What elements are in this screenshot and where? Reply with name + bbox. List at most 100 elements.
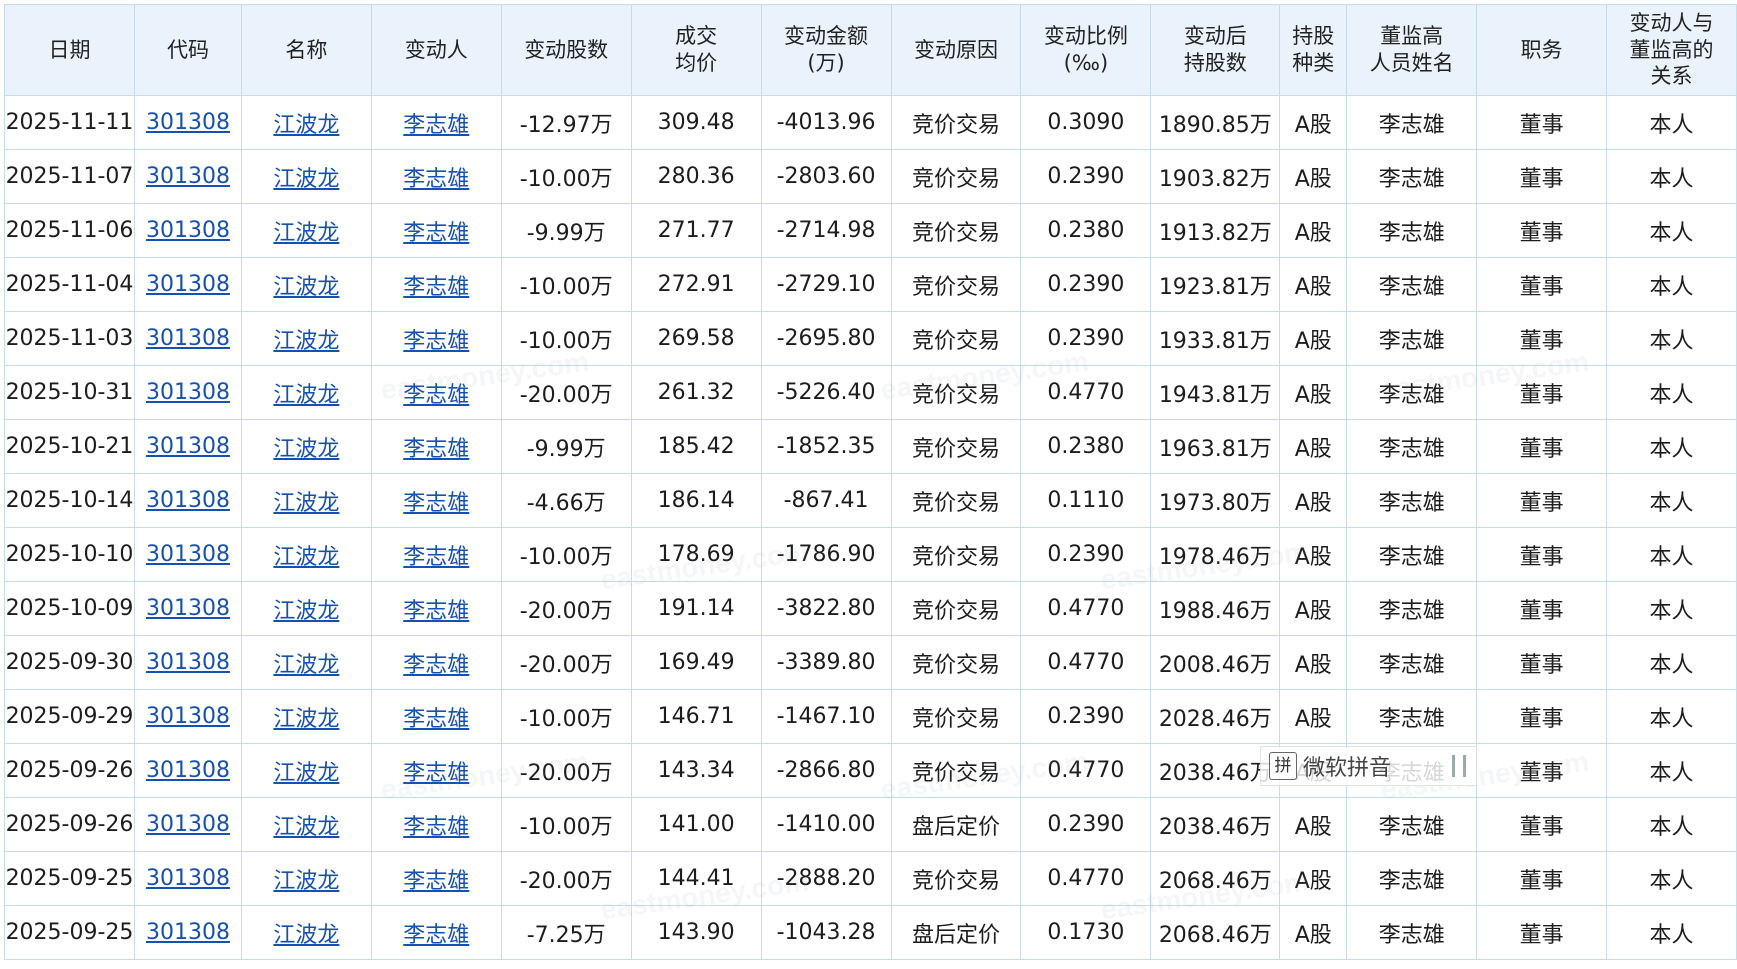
stock-name-link[interactable]: 江波龙 (273, 437, 339, 462)
stock-code-link[interactable]: 301308 (146, 110, 230, 135)
cell-ratio: 0.4770 (1020, 743, 1152, 798)
stock-name-link[interactable]: 江波龙 (273, 923, 339, 948)
cell-price: 271.77 (630, 203, 762, 258)
stock-code-link[interactable]: 301308 (146, 164, 230, 189)
cell-name: 江波龙 (240, 311, 372, 366)
person-link[interactable]: 李志雄 (403, 707, 469, 732)
cell-after: 2068.46万 (1150, 851, 1281, 906)
table-row: 2025-09-29 301308 江波龙 李志雄 -10.00万 146.71 -1467… (4, 689, 1737, 744)
cell-amount: -1786.90 (760, 527, 892, 582)
cell-relation: 本人 (1606, 905, 1737, 960)
stock-name-link[interactable]: 江波龙 (273, 761, 339, 786)
person-link[interactable]: 李志雄 (403, 545, 469, 570)
person-link[interactable]: 李志雄 (403, 869, 469, 894)
table-row: 2025-10-31 301308 江波龙 李志雄 -20.00万 261.32 -5226… (4, 365, 1737, 420)
person-link[interactable]: 李志雄 (403, 221, 469, 246)
ime-toolbar[interactable]: 拼 微软拼音 (1260, 746, 1477, 786)
cell-amount: -2888.20 (760, 851, 892, 906)
table-row: 2025-10-10 301308 江波龙 李志雄 -10.00万 178.69 -1786… (4, 527, 1737, 582)
person-link[interactable]: 李志雄 (403, 491, 469, 516)
stock-code-link[interactable]: 301308 (146, 272, 230, 297)
stock-code-link[interactable]: 301308 (146, 326, 230, 351)
stock-name-link[interactable]: 江波龙 (273, 599, 339, 624)
person-link[interactable]: 李志雄 (403, 437, 469, 462)
stock-name-link[interactable]: 江波龙 (273, 113, 339, 138)
cell-relation: 本人 (1606, 95, 1737, 150)
cell-relation: 本人 (1606, 149, 1737, 204)
stock-code-link[interactable]: 301308 (146, 488, 230, 513)
drag-handle-icon[interactable] (1452, 755, 1466, 777)
cell-position: 董事 (1476, 905, 1607, 960)
person-link[interactable]: 李志雄 (403, 599, 469, 624)
table-row: 2025-10-09 301308 江波龙 李志雄 -20.00万 191.14 -3822… (4, 581, 1737, 636)
cell-ratio: 0.2390 (1020, 149, 1152, 204)
stock-name-link[interactable]: 江波龙 (273, 707, 339, 732)
cell-name: 江波龙 (240, 905, 372, 960)
column-reason-header: 变动原因 (890, 4, 1022, 96)
cell-relation: 本人 (1606, 635, 1737, 690)
stock-code-link[interactable]: 301308 (146, 434, 230, 459)
person-link[interactable]: 李志雄 (403, 383, 469, 408)
cell-relation: 本人 (1606, 365, 1737, 420)
cell-position: 董事 (1476, 581, 1607, 636)
cell-reason: 竞价交易 (890, 635, 1022, 690)
stock-name-link[interactable]: 江波龙 (273, 329, 339, 354)
cell-after: 1943.81万 (1150, 365, 1281, 420)
stock-code-link[interactable]: 301308 (146, 542, 230, 567)
stock-code-link[interactable]: 301308 (146, 380, 230, 405)
stock-code-link[interactable]: 301308 (146, 866, 230, 891)
table-row: 2025-11-03 301308 江波龙 李志雄 -10.00万 269.58 -2695… (4, 311, 1737, 366)
cell-type: A股 (1279, 311, 1348, 366)
cell-after: 2028.46万 (1150, 689, 1281, 744)
person-link[interactable]: 李志雄 (403, 653, 469, 678)
cell-shares: -20.00万 (500, 581, 632, 636)
person-link[interactable]: 李志雄 (403, 923, 469, 948)
cell-price: 186.14 (630, 473, 762, 528)
cell-amount: -2729.10 (760, 257, 892, 312)
stock-code-link[interactable]: 301308 (146, 704, 230, 729)
cell-position: 董事 (1476, 149, 1607, 204)
stock-name-link[interactable]: 江波龙 (273, 221, 339, 246)
cell-officer: 李志雄 (1346, 419, 1478, 474)
stock-name-link[interactable]: 江波龙 (273, 383, 339, 408)
cell-amount: -3389.80 (760, 635, 892, 690)
cell-position: 董事 (1476, 743, 1607, 798)
column-ratio-header: 变动比例 (‰) (1020, 4, 1152, 96)
column-price-header: 成交 均价 (630, 4, 762, 96)
cell-shares: -7.25万 (500, 905, 632, 960)
cell-code: 301308 (133, 797, 242, 852)
cell-code: 301308 (133, 419, 242, 474)
cell-shares: -20.00万 (500, 365, 632, 420)
stock-name-link[interactable]: 江波龙 (273, 491, 339, 516)
stock-code-link[interactable]: 301308 (146, 758, 230, 783)
stock-name-link[interactable]: 江波龙 (273, 869, 339, 894)
person-link[interactable]: 李志雄 (403, 761, 469, 786)
cell-person: 李志雄 (370, 743, 502, 798)
stock-name-link[interactable]: 江波龙 (273, 275, 339, 300)
page: 日期 代码 名称 变动人 变动股数 成交 均价 变动金额 (万) 变动原因 变动比例 (‰) 变动… (0, 0, 1737, 969)
stock-code-link[interactable]: 301308 (146, 812, 230, 837)
person-link[interactable]: 李志雄 (403, 329, 469, 354)
cell-person: 李志雄 (370, 905, 502, 960)
stock-code-link[interactable]: 301308 (146, 650, 230, 675)
person-link[interactable]: 李志雄 (403, 275, 469, 300)
cell-after: 2008.46万 (1150, 635, 1281, 690)
cell-date: 2025-09-25 (4, 905, 135, 960)
cell-date: 2025-09-26 (4, 797, 135, 852)
person-link[interactable]: 李志雄 (403, 167, 469, 192)
cell-amount: -4013.96 (760, 95, 892, 150)
stock-code-link[interactable]: 301308 (146, 920, 230, 945)
cell-ratio: 0.2390 (1020, 797, 1152, 852)
stock-name-link[interactable]: 江波龙 (273, 545, 339, 570)
person-link[interactable]: 李志雄 (403, 113, 469, 138)
cell-name: 江波龙 (240, 689, 372, 744)
person-link[interactable]: 李志雄 (403, 815, 469, 840)
stock-code-link[interactable]: 301308 (146, 218, 230, 243)
stock-name-link[interactable]: 江波龙 (273, 815, 339, 840)
stock-name-link[interactable]: 江波龙 (273, 167, 339, 192)
stock-name-link[interactable]: 江波龙 (273, 653, 339, 678)
cell-amount: -3822.80 (760, 581, 892, 636)
cell-shares: -4.66万 (500, 473, 632, 528)
stock-code-link[interactable]: 301308 (146, 596, 230, 621)
pinyin-icon[interactable]: 拼 (1269, 752, 1297, 780)
